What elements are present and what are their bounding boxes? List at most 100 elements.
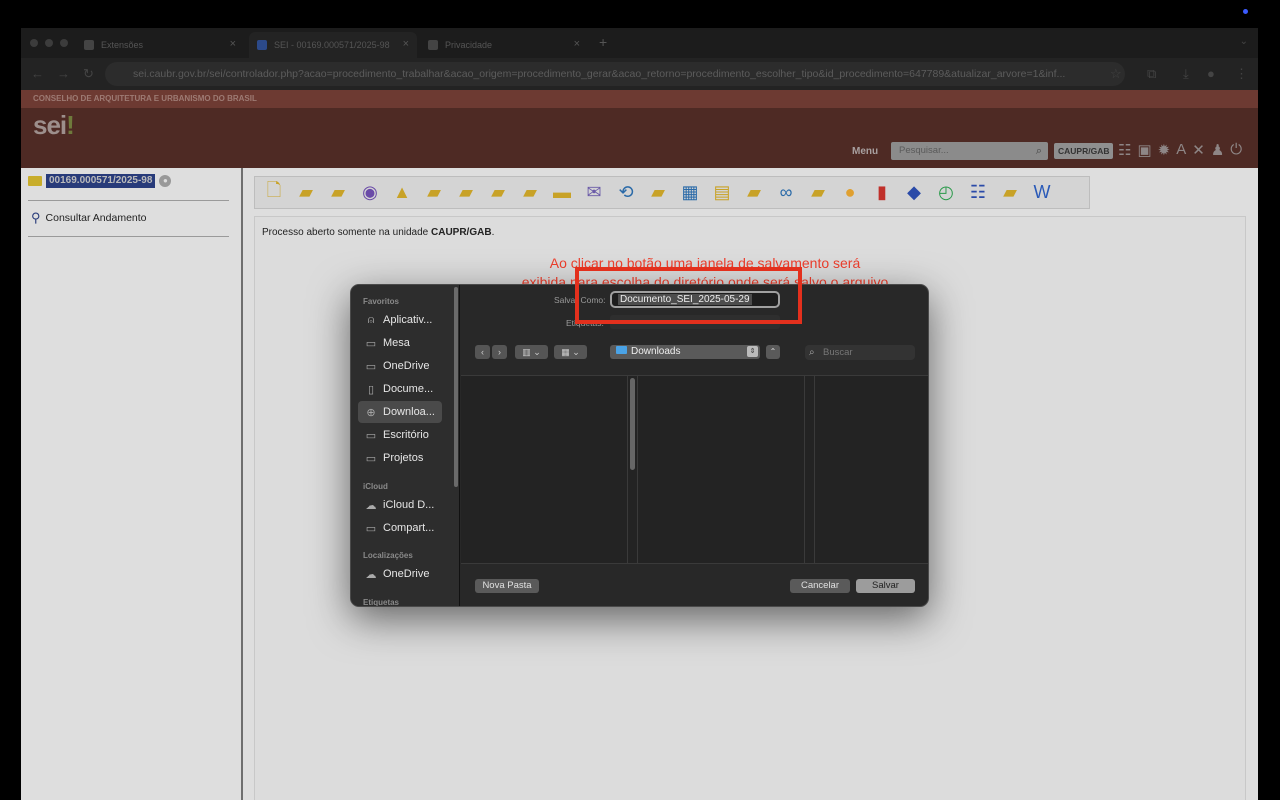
forward-icon[interactable]: › — [492, 345, 507, 359]
process-number[interactable]: 00169.000571/2025-98 — [46, 174, 156, 188]
save-dialog: Favoritos ⍝ Aplicativ... ▭ Mesa ▭ OneDrive … — [350, 284, 929, 607]
send-process-icon[interactable]: ▰ — [420, 181, 448, 205]
download-icon[interactable]: ⤓ — [1183, 66, 1189, 82]
thumbs-up-icon[interactable]: ▲ — [388, 181, 416, 205]
back-icon[interactable]: ‹ — [475, 345, 490, 359]
column-divider[interactable] — [637, 376, 638, 564]
sidebar-item-shared[interactable]: ▭ Compart... — [358, 517, 442, 539]
sidebar-item-applications[interactable]: ⍝ Aplicativ... — [358, 309, 442, 331]
tab-extensions[interactable]: Extensões × — [76, 32, 244, 58]
sidebar-item-downloads[interactable]: ⊕ Downloa... — [358, 401, 442, 423]
grid-view-button[interactable]: ▦ ⌄ — [554, 345, 587, 359]
expand-icon[interactable]: ● — [159, 175, 172, 187]
search-icon[interactable]: ⌕ — [1036, 142, 1042, 160]
comment-icon[interactable]: ● — [836, 181, 864, 205]
consult-history-link[interactable]: ⚲ Consultar Andamento — [31, 210, 147, 226]
user-icon[interactable]: ♟ — [1211, 141, 1224, 159]
search-folder-icon[interactable]: ▰ — [996, 181, 1024, 205]
sei-logo[interactable]: sei! — [33, 110, 75, 141]
view-icon[interactable]: ◉ — [356, 181, 384, 205]
tab-sei[interactable]: SEI - 00169.000571/2025-98 × — [249, 32, 417, 58]
close-process-icon[interactable]: ▰ — [804, 181, 832, 205]
column-view-button[interactable]: ▥ ⌄ — [515, 345, 548, 359]
sidebar-item-onedrive[interactable]: ▭ OneDrive — [358, 355, 442, 377]
sidebar-item-desktop[interactable]: ▭ Mesa — [358, 332, 442, 354]
gear-icon[interactable]: ✹ — [1158, 141, 1171, 159]
process-settings-icon[interactable]: ▰ — [324, 181, 352, 205]
dialog-search-input[interactable]: ⌕ Buscar — [805, 345, 915, 360]
search-icon: ⌕ — [809, 347, 815, 358]
location-select[interactable]: Downloads ⇕ — [610, 345, 760, 359]
collapse-button[interactable]: ⌃ — [766, 345, 780, 359]
close-tab-icon[interactable]: × — [230, 38, 236, 50]
calendar-icon[interactable]: ▣ — [1137, 141, 1151, 159]
list-icon[interactable]: ☷ — [964, 181, 992, 205]
puzzle-icon — [84, 40, 94, 50]
folder-icon: ▭ — [365, 452, 377, 465]
sidebar-item-onedrive-location[interactable]: ☁ OneDrive — [358, 563, 442, 585]
trash-icon[interactable]: ▮ — [868, 181, 896, 205]
column-divider[interactable] — [627, 376, 628, 564]
tab-privacy[interactable]: Privacidade × — [420, 32, 588, 58]
sidebar-item-icloud-drive[interactable]: ☁ iCloud D... — [358, 494, 442, 516]
bookmark-star-icon[interactable]: ☆ — [1110, 66, 1122, 82]
tab-search-icon[interactable]: ⌄ — [1240, 36, 1248, 47]
message-unit: CAUPR/GAB — [431, 227, 492, 238]
add-block-icon[interactable]: ▰ — [644, 181, 672, 205]
link-icon[interactable]: ∞ — [772, 181, 800, 205]
tools-icon[interactable]: ✕ — [1192, 141, 1205, 159]
font-size-icon[interactable]: A — [1176, 141, 1186, 159]
file-browser[interactable] — [461, 375, 928, 564]
save-button[interactable]: Salvar — [856, 579, 915, 593]
sidebar-scrollbar[interactable] — [454, 287, 458, 487]
shared-folder-icon: ▭ — [365, 522, 377, 535]
tag-icon[interactable]: ◆ — [900, 181, 928, 205]
minimize-window-button[interactable] — [45, 39, 53, 47]
sidebar-item-projects[interactable]: ▭ Projetos — [358, 447, 442, 469]
search-input[interactable]: Pesquisar... ⌕ — [891, 142, 1048, 160]
close-tab-icon[interactable]: × — [574, 38, 580, 50]
clipboard-icon[interactable]: ▤ — [708, 181, 736, 205]
profile-icon[interactable]: ● — [1207, 66, 1215, 81]
column-scrollbar[interactable] — [630, 378, 635, 470]
relate-process-icon[interactable]: ▰ — [292, 181, 320, 205]
column-divider[interactable] — [804, 376, 805, 564]
forward-icon[interactable]: → — [57, 66, 70, 81]
pause-process-icon[interactable]: ▰ — [740, 181, 768, 205]
more-menu-icon[interactable]: ⋮ — [1235, 66, 1248, 82]
url-input[interactable]: sei.caubr.gov.br/sei/controlador.php?aca… — [105, 62, 1125, 86]
extensions-icon[interactable]: ⧉ — [1147, 66, 1156, 82]
tab-label: Privacidade — [445, 40, 493, 50]
zoom-window-button[interactable] — [60, 39, 68, 47]
close-window-button[interactable] — [30, 39, 38, 47]
sidebar-item-documents[interactable]: ▯ Docume... — [358, 378, 442, 400]
menu-link[interactable]: Menu — [852, 146, 878, 157]
privacy-icon — [428, 40, 438, 50]
new-document-icon[interactable]: 🗋 — [260, 180, 288, 205]
assign-user-icon[interactable]: ▰ — [484, 181, 512, 205]
process-node[interactable]: 00169.000571/2025-98 ● — [28, 174, 172, 188]
reload-icon[interactable]: ↻ — [83, 66, 94, 82]
new-tab-button[interactable]: + — [599, 34, 607, 50]
new-folder-button[interactable]: Nova Pasta — [475, 579, 539, 593]
process-info-icon[interactable]: ▰ — [452, 181, 480, 205]
cancel-button[interactable]: Cancelar — [790, 579, 850, 593]
building-icon[interactable]: ▦ — [676, 181, 704, 205]
chevron-updown-icon: ⇕ — [747, 346, 758, 357]
power-icon[interactable]: ⏻ — [1230, 141, 1242, 159]
clock-icon[interactable]: ◴ — [932, 181, 960, 205]
column-divider[interactable] — [814, 376, 815, 564]
sidebar-splitter[interactable] — [241, 168, 243, 800]
word-icon[interactable]: W — [1028, 181, 1056, 205]
email-icon[interactable]: ✉ — [580, 181, 608, 205]
tab-label: SEI - 00169.000571/2025-98 — [274, 40, 390, 50]
list-icon[interactable]: ☷ — [1118, 141, 1131, 159]
folder-icon[interactable]: ▬ — [548, 181, 576, 205]
close-tab-icon[interactable]: × — [403, 38, 409, 50]
favorite-icon[interactable]: ▰ — [516, 181, 544, 205]
sync-icon[interactable]: ⟲ — [612, 181, 640, 205]
sidebar-item-office[interactable]: ▭ Escritório — [358, 424, 442, 446]
unit-selector[interactable]: CAUPR/GAB — [1054, 143, 1114, 159]
back-icon[interactable]: ← — [31, 66, 44, 81]
section-tags: Etiquetas — [363, 598, 400, 607]
